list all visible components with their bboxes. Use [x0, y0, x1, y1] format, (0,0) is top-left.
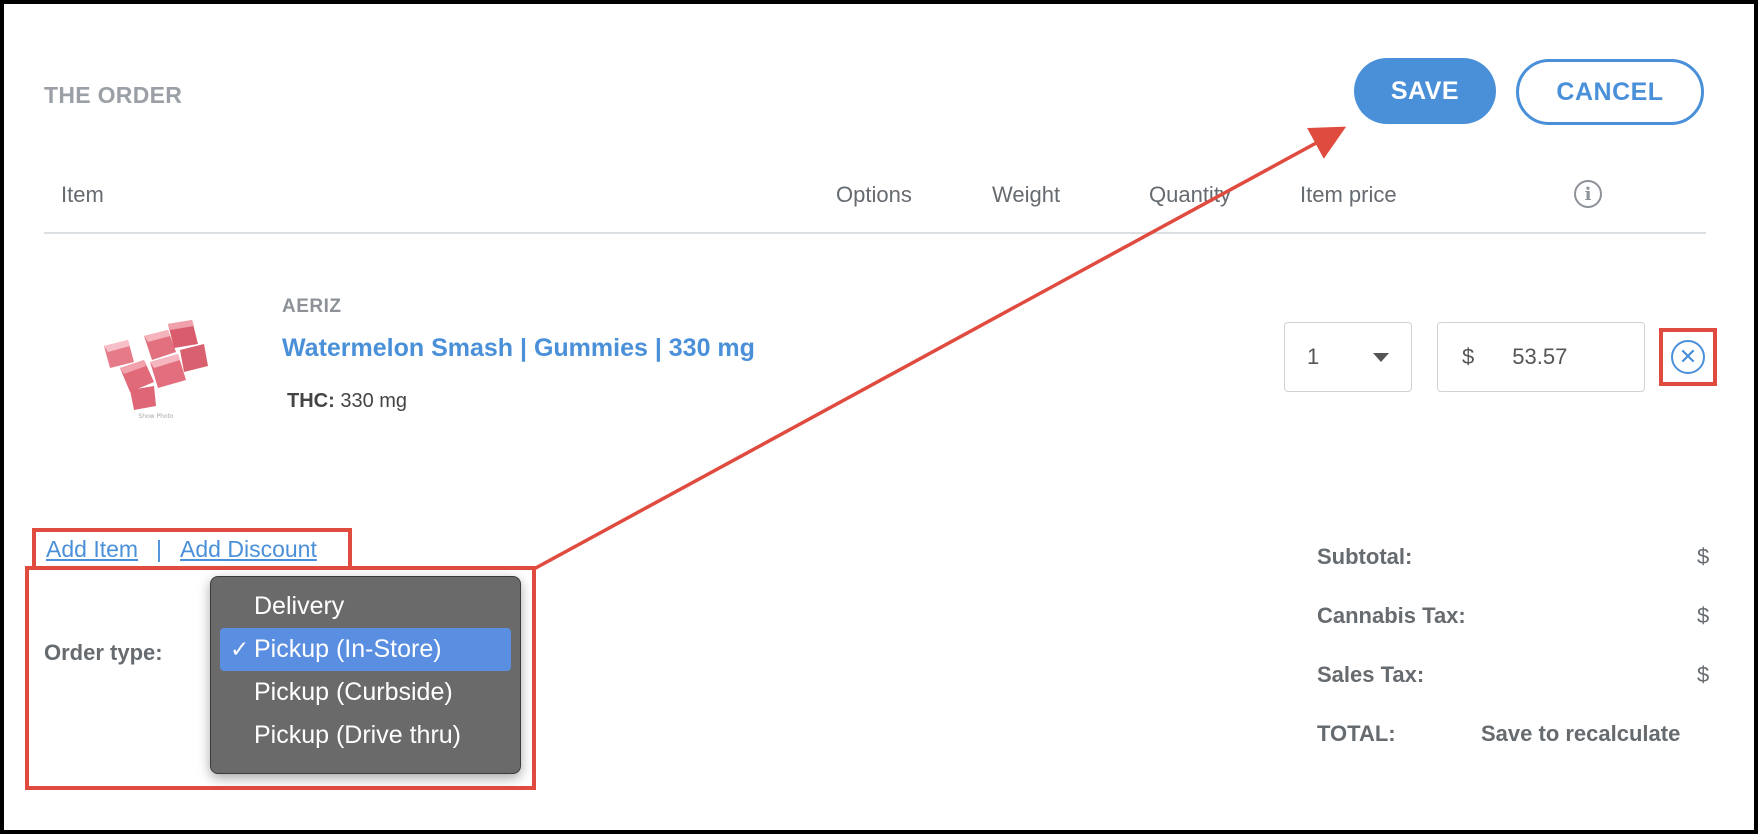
annotation-arrow: [531, 126, 1347, 572]
order-editor: THE ORDER SAVE CANCEL Item Options Weigh…: [4, 4, 1754, 830]
